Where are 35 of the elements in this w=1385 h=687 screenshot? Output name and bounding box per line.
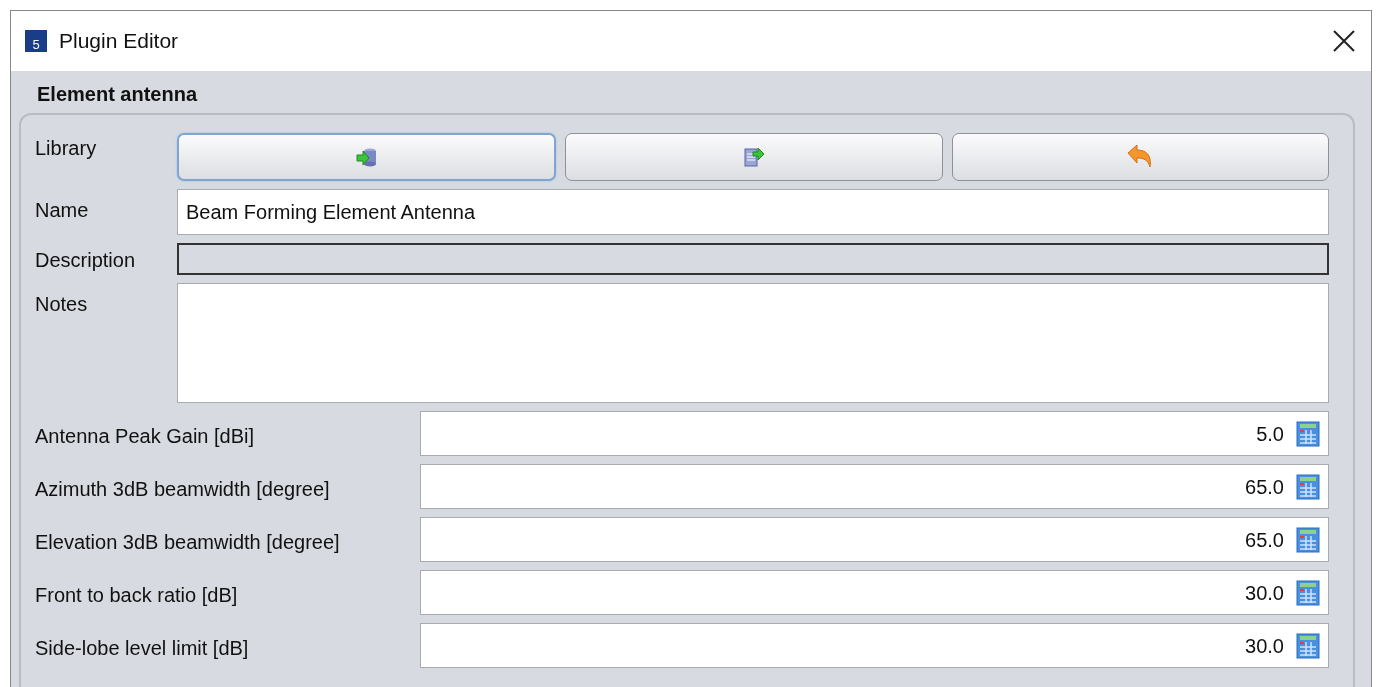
field-label: Side-lobe level limit [dB] xyxy=(35,636,250,661)
number-field[interactable]: 5.0 xyxy=(420,411,1329,456)
field-value: 65.0 xyxy=(1245,527,1284,553)
document-export-icon xyxy=(743,146,765,168)
field-label: Description xyxy=(35,248,137,273)
input-field[interactable]: Beam Forming Element Antenna xyxy=(177,189,1329,235)
field-label: Azimuth 3dB beamwidth [degree] xyxy=(35,477,331,502)
calculator-icon[interactable] xyxy=(1296,473,1320,500)
field-label: Library xyxy=(35,136,98,161)
window-title: Plugin Editor xyxy=(59,28,179,55)
field-label: Elevation 3dB beamwidth [degree] xyxy=(35,530,341,555)
field-label: Antenna Peak Gain [dBi] xyxy=(35,424,256,449)
field-label: Name xyxy=(35,198,90,223)
section-title: Element antenna xyxy=(36,82,199,107)
number-field[interactable]: 65.0 xyxy=(420,464,1329,509)
field-label: Front to back ratio [dB] xyxy=(35,583,239,608)
calculator-icon[interactable] xyxy=(1296,526,1320,553)
field-value: 65.0 xyxy=(1245,474,1284,500)
number-field[interactable]: 30.0 xyxy=(420,570,1329,615)
field-value: 30.0 xyxy=(1245,580,1284,606)
number-field[interactable]: 30.0 xyxy=(420,623,1329,668)
close-button[interactable] xyxy=(1331,28,1357,54)
database-import-icon xyxy=(355,146,378,168)
notes-field[interactable] xyxy=(177,283,1329,403)
number-field[interactable]: 65.0 xyxy=(420,517,1329,562)
calculator-icon[interactable] xyxy=(1296,420,1320,447)
library-button[interactable] xyxy=(951,133,1329,181)
field-label: Notes xyxy=(35,292,89,317)
library-button[interactable] xyxy=(565,133,943,181)
library-button[interactable] xyxy=(177,133,557,181)
field-value: 30.0 xyxy=(1245,633,1284,659)
calculator-icon[interactable] xyxy=(1296,579,1320,606)
app-icon: 5 xyxy=(25,30,47,52)
field-value: 5.0 xyxy=(1256,421,1284,447)
calculator-icon[interactable] xyxy=(1296,632,1320,659)
